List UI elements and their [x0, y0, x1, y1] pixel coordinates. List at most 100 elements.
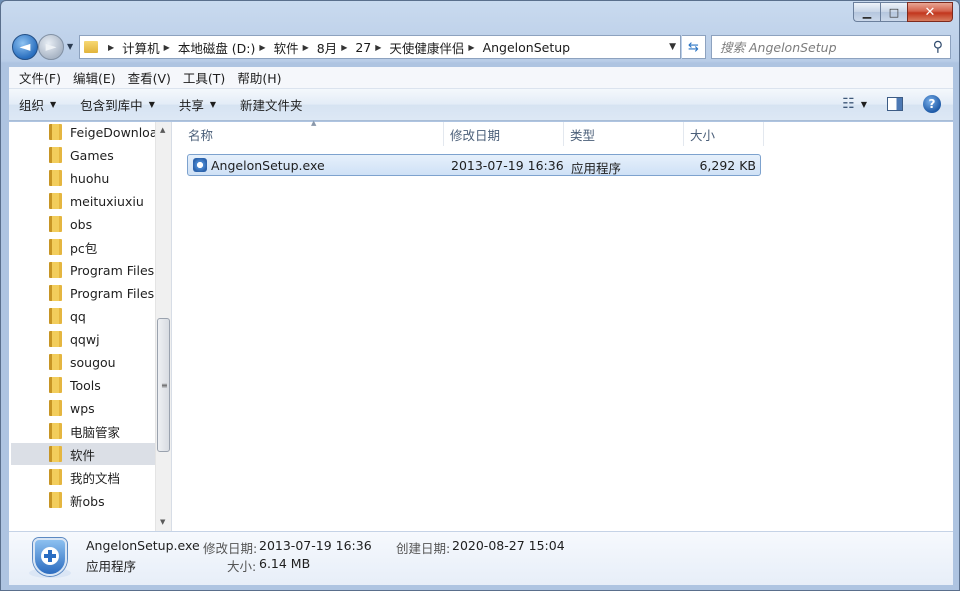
- chevron-right-icon[interactable]: ▶: [468, 43, 474, 52]
- maximize-button[interactable]: □: [880, 2, 907, 22]
- tree-item[interactable]: Tools: [11, 374, 155, 396]
- tree-item-label: 软件: [70, 447, 96, 463]
- file-modified: 2013-07-19 16:36: [451, 158, 564, 173]
- file-type: 应用程序: [571, 161, 622, 176]
- folder-icon: [49, 147, 62, 163]
- tree-item[interactable]: pc包: [11, 236, 155, 258]
- address-bar[interactable]: ▶ 计算机 ▶ 本地磁盘 (D:) ▶ 软件 ▶ 8月 ▶ 27 ▶ 天使健康伴…: [79, 35, 681, 59]
- breadcrumb-computer[interactable]: 计算机: [122, 38, 160, 57]
- search-box[interactable]: ⚲: [711, 35, 951, 59]
- tree-item-selected[interactable]: 软件: [11, 443, 155, 465]
- folder-icon: [49, 124, 62, 140]
- folder-icon: [84, 41, 98, 53]
- menu-bar: 文件(F) 编辑(E) 查看(V) 工具(T) 帮助(H): [9, 67, 953, 89]
- tree-item-label: pc包: [70, 240, 98, 256]
- forward-button[interactable]: ►: [38, 34, 64, 60]
- menu-tools[interactable]: 工具(T): [177, 68, 231, 87]
- chevron-down-icon[interactable]: ▼: [861, 100, 867, 109]
- refresh-icon[interactable]: ⇆: [682, 35, 706, 59]
- tree-item-label: FeigeDownloa: [70, 124, 155, 140]
- folder-icon: [49, 492, 62, 508]
- folder-icon: [49, 446, 62, 462]
- chevron-down-icon: ▼: [50, 100, 57, 109]
- folder-icon: [49, 285, 62, 301]
- close-button[interactable]: ✕: [907, 2, 953, 22]
- breadcrumb-august[interactable]: 8月: [317, 38, 337, 57]
- details-file-name: AngelonSetup.exe: [86, 538, 200, 553]
- view-options-icon[interactable]: ☷: [842, 96, 855, 112]
- include-library-button[interactable]: 包含到库中 ▼: [80, 95, 155, 114]
- menu-file[interactable]: 文件(F): [13, 68, 67, 87]
- tree-item-label: Games: [70, 147, 114, 163]
- details-modified-label: 修改日期:: [203, 541, 258, 556]
- breadcrumb-27[interactable]: 27: [355, 40, 371, 55]
- column-header-name[interactable]: 名称: [182, 122, 444, 146]
- chevron-right-icon[interactable]: ▶: [164, 43, 170, 52]
- tree-item[interactable]: FeigeDownloa: [11, 122, 155, 143]
- tree-item[interactable]: 电脑管家: [11, 420, 155, 442]
- new-folder-button[interactable]: 新建文件夹: [240, 95, 303, 114]
- folder-icon: [49, 354, 62, 370]
- column-header-modified[interactable]: 修改日期: [444, 122, 564, 146]
- tree-item[interactable]: qqwj: [11, 328, 155, 350]
- menu-help[interactable]: 帮助(H): [231, 68, 287, 87]
- tree-item-label: obs: [70, 216, 93, 232]
- column-header-size[interactable]: 大小: [684, 122, 764, 146]
- folder-icon: [49, 423, 62, 439]
- breadcrumb-software[interactable]: 软件: [274, 38, 299, 57]
- tree-item[interactable]: Program Files: [11, 259, 155, 281]
- application-icon: [193, 158, 207, 172]
- column-header-type[interactable]: 类型: [564, 122, 684, 146]
- tree-item[interactable]: 新obs: [11, 489, 155, 511]
- share-button[interactable]: 共享 ▼: [179, 95, 216, 114]
- chevron-right-icon[interactable]: ▶: [259, 43, 265, 52]
- organize-button[interactable]: 组织 ▼: [19, 95, 56, 114]
- file-size: 6,292 KB: [699, 158, 756, 173]
- search-input[interactable]: [720, 39, 920, 55]
- tree-item[interactable]: Games: [11, 144, 155, 166]
- search-icon[interactable]: ⚲: [933, 39, 943, 55]
- chevron-right-icon[interactable]: ▶: [108, 43, 114, 52]
- tree-item[interactable]: obs: [11, 213, 155, 235]
- scrollbar-thumb[interactable]: ≡: [157, 318, 170, 452]
- folder-icon: [49, 308, 62, 324]
- tree-item[interactable]: sougou: [11, 351, 155, 373]
- details-pane: AngelonSetup.exe 应用程序 修改日期: 2013-07-19 1…: [9, 531, 953, 585]
- tree-item[interactable]: huohu: [11, 167, 155, 189]
- help-icon[interactable]: ?: [923, 95, 941, 113]
- scroll-up-icon[interactable]: ▲: [160, 126, 165, 134]
- chevron-right-icon[interactable]: ▶: [303, 43, 309, 52]
- caption-buttons: ▁ □ ✕: [853, 2, 953, 22]
- toolbar-right: ☷ ▼ ?: [842, 95, 941, 113]
- tree-item-label: meituxiuxiu: [70, 193, 144, 209]
- breadcrumb-angelonsetup[interactable]: AngelonSetup: [483, 40, 571, 55]
- tree-item[interactable]: Program Files: [11, 282, 155, 304]
- preview-pane-icon[interactable]: [887, 97, 903, 111]
- chevron-down-icon[interactable]: ▼: [669, 42, 676, 52]
- minimize-button[interactable]: ▁: [853, 2, 880, 22]
- folder-icon: [49, 170, 62, 186]
- details-created-value: 2020-08-27 15:04: [452, 538, 565, 553]
- chevron-right-icon[interactable]: ▶: [341, 43, 347, 52]
- menu-edit[interactable]: 编辑(E): [67, 68, 122, 87]
- breadcrumb-angel-health[interactable]: 天使健康伴侣: [389, 38, 464, 57]
- tree-item[interactable]: qq: [11, 305, 155, 327]
- tree-item[interactable]: wps: [11, 397, 155, 419]
- breadcrumb-disk-d[interactable]: 本地磁盘 (D:): [178, 38, 256, 57]
- tree-item-label: Program Files: [70, 285, 155, 301]
- file-name: AngelonSetup.exe: [211, 158, 325, 173]
- recent-pages-dropdown[interactable]: ▼: [67, 42, 73, 51]
- tree-item[interactable]: meituxiuxiu: [11, 190, 155, 212]
- back-button[interactable]: ◄: [12, 34, 38, 60]
- details-size-value: 6.14 MB: [259, 556, 311, 571]
- tree-item[interactable]: 我的文档: [11, 466, 155, 488]
- menu-view[interactable]: 查看(V): [122, 68, 177, 87]
- folder-icon: [49, 469, 62, 485]
- shield-icon: [29, 538, 71, 580]
- scroll-down-icon[interactable]: ▼: [160, 518, 165, 526]
- navigation-scrollbar[interactable]: ▲ ≡ ▼: [155, 122, 171, 531]
- file-row[interactable]: AngelonSetup.exe 2013-07-19 16:36 应用程序 6…: [187, 154, 761, 176]
- folder-icon: [49, 331, 62, 347]
- chevron-down-icon: ▼: [148, 100, 155, 109]
- chevron-right-icon[interactable]: ▶: [375, 43, 381, 52]
